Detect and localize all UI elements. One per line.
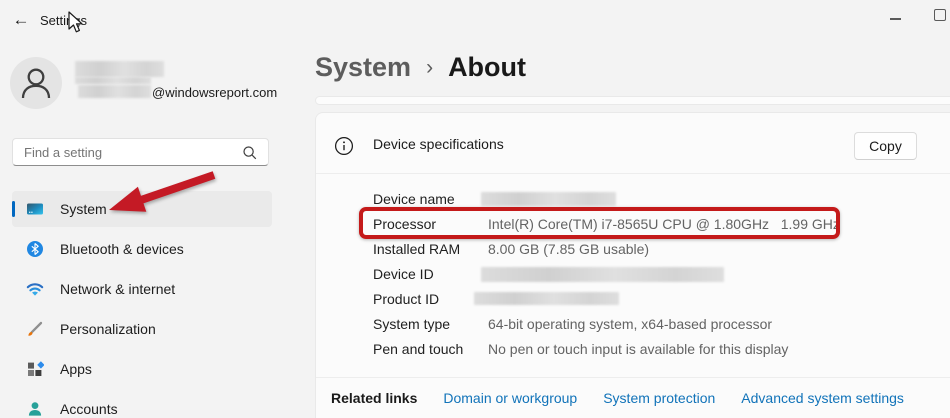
spec-value: 64-bit operating system, x64-based proce… [488,312,950,337]
personalization-icon [26,320,44,338]
page-title: About [448,52,526,83]
device-specifications-header[interactable]: Device specifications Copy [316,113,950,173]
search-box[interactable] [12,138,269,166]
redacted-email-prefix [78,85,151,98]
spec-label: Device ID [373,262,488,287]
spec-value: No pen or touch input is available for t… [488,337,950,362]
email-domain: @windowsreport.com [152,85,277,100]
spec-label: Installed RAM [373,237,488,262]
sidebar-item-label: Personalization [60,321,156,337]
related-links-label: Related links [331,390,417,406]
divider [316,377,950,378]
account-area[interactable]: @windowsreport.com [10,57,280,113]
link-system-protection[interactable]: System protection [603,390,715,406]
redacted-user-name-2 [75,77,151,84]
copy-button[interactable]: Copy [854,132,917,160]
spec-label: Product ID [373,287,488,312]
network-icon [26,280,44,298]
settings-window: ← Settings @windowsreport.com [0,0,950,418]
spec-row-processor: Processor Intel(R) Core(TM) i7-8565U CPU… [373,212,950,237]
info-icon [334,136,354,156]
device-specifications-card: Device specifications Copy Device name P… [315,112,950,418]
card-title: Device specifications [373,136,504,152]
spec-row-device-id: Device ID [373,262,950,287]
selected-indicator [12,201,15,217]
sidebar-item-label: Network & internet [60,281,175,297]
bluetooth-icon [26,240,44,258]
spec-value: 8.00 GB (7.85 GB usable) [488,237,950,262]
breadcrumb-parent[interactable]: System [315,52,411,83]
sidebar-item-network-internet[interactable]: Network & internet [12,271,272,307]
related-links-row: Related links Domain or workgroup System… [331,390,904,406]
back-button[interactable]: ← [9,8,33,32]
spec-label: Pen and touch [373,337,488,362]
spec-value: Intel(R) Core(TM) i7-8565U CPU @ 1.80GHz… [488,212,950,237]
redacted-user-name [75,61,164,77]
divider [316,173,950,174]
sidebar-item-label: Apps [60,361,92,377]
sidebar-item-apps[interactable]: Apps [12,351,272,387]
search-input[interactable] [24,139,239,165]
maximize-icon[interactable] [934,9,946,21]
redacted-product-id [474,292,619,305]
sidebar-item-label: Bluetooth & devices [60,241,184,257]
spec-row-system-type: System type 64-bit operating system, x64… [373,312,950,337]
sidebar-item-personalization[interactable]: Personalization [12,311,272,347]
spec-row-device-name: Device name [373,187,950,212]
previous-card-edge [315,96,950,105]
sidebar-item-label: Accounts [60,401,118,417]
spec-label: Processor [373,212,488,237]
spec-label: Device name [373,187,488,212]
accounts-icon [26,400,44,418]
chevron-right-icon: › [426,56,433,80]
spec-label: System type [373,312,488,337]
sidebar-item-system[interactable]: System [12,191,272,227]
person-icon [10,57,62,109]
avatar [10,57,62,109]
mouse-cursor [68,11,86,35]
magnifier-icon [242,145,258,161]
minimize-icon[interactable] [890,18,901,20]
sidebar-item-accounts[interactable]: Accounts [12,391,272,418]
redacted-device-id [481,267,724,282]
redacted-device-name [481,192,616,206]
link-domain-or-workgroup[interactable]: Domain or workgroup [443,390,577,406]
spec-row-product-id: Product ID [373,287,950,312]
sidebar-item-bluetooth-devices[interactable]: Bluetooth & devices [12,231,272,267]
system-icon [26,200,44,218]
sidebar-item-label: System [60,201,107,217]
breadcrumb: System › About [315,52,526,83]
spec-row-pen-touch: Pen and touch No pen or touch input is a… [373,337,950,362]
link-advanced-system-settings[interactable]: Advanced system settings [741,390,904,406]
apps-icon [26,360,44,378]
spec-row-installed-ram: Installed RAM 8.00 GB (7.85 GB usable) [373,237,950,262]
